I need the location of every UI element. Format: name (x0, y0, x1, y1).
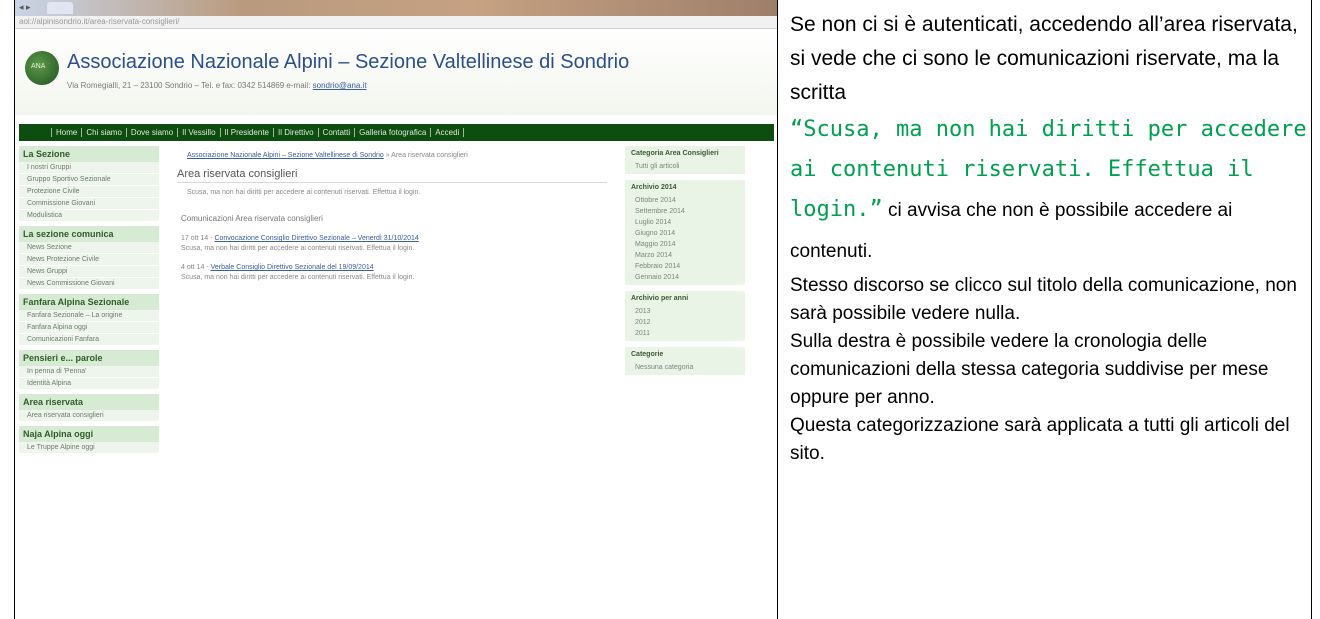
archive-link[interactable]: Marzo 2014 (625, 250, 745, 261)
archive-link[interactable]: Luglio 2014 (625, 217, 745, 228)
sidebar-block: La Sezione I nostri Gruppi Gruppo Sportivo… (19, 146, 159, 222)
entry-message: Scusa, ma non hai diritti per accedere a… (181, 245, 415, 252)
archive-link[interactable]: Maggio 2014 (625, 239, 745, 250)
archive-heading: Archivio per anni (631, 295, 689, 302)
communications-heading: Comunicazioni Area riservata consiglieri (181, 214, 323, 223)
sidebar-link[interactable]: News Commissione Giovani (19, 278, 159, 290)
sidebar-link[interactable]: Fanfara Alpina oggi (19, 322, 159, 334)
logo-text: ANA (31, 63, 46, 70)
table-border-right (1311, 0, 1312, 619)
sidebar-link[interactable]: Area riservata consiglieri (19, 410, 159, 422)
archive-heading: Archivio 2014 (631, 184, 677, 191)
access-denied-message: Scusa, ma non hai diritti per accedere a… (187, 189, 421, 196)
site-title: Associazione Nazionale Alpini – Sezione … (67, 51, 630, 73)
archive-link[interactable]: Febbraio 2014 (625, 261, 745, 272)
entry-date: 4 ott 14 - (181, 264, 211, 271)
archive-block: Archivio 2014 Ottobre 2014 Settembre 2014 L… (625, 180, 745, 285)
sidebar-heading: La sezione comunica (19, 226, 159, 242)
archive-link[interactable]: 2012 (625, 317, 745, 328)
sidebar-heading: La Sezione (19, 146, 159, 162)
archive-link[interactable]: Settembre 2014 (625, 206, 745, 217)
sidebar-link[interactable]: Modulistica (19, 210, 159, 222)
entry-row: 4 ott 14 - Verbale Consiglio Direttivo S… (181, 264, 615, 271)
archive-link[interactable]: Gennaio 2014 (625, 272, 745, 283)
address-bar[interactable]: aoi://alpinisondrio.it/area-riservata-co… (15, 16, 777, 29)
archive-block: Categorie Nessuna categoria (625, 347, 745, 375)
sidebar-heading: Fanfara Alpina Sezionale (19, 294, 159, 310)
open-quote: “ (790, 117, 804, 142)
sidebar-link[interactable]: News Protezione Civile (19, 254, 159, 266)
sidebar-link[interactable]: Le Truppe Alpine oggi (19, 442, 159, 454)
paragraph-3: Sulla destra è possibile vedere la crono… (790, 331, 1269, 408)
sidebar-link[interactable]: Commissione Giovani (19, 198, 159, 210)
browser-tab[interactable] (47, 2, 73, 14)
close-quote: ” (869, 197, 883, 222)
sidebar-block: La sezione comunica News Sezione News Prot… (19, 226, 159, 290)
site-header: ANA Associazione Nazionale Alpini – Sezi… (15, 29, 777, 115)
sidebar-block: Naja Alpina oggi Le Truppe Alpine oggi (19, 426, 159, 454)
ana-logo[interactable]: ANA (25, 51, 59, 85)
archive-link[interactable]: Giugno 2014 (625, 228, 745, 239)
sidebar-block: Area riservata Area riservata consiglieri (19, 394, 159, 422)
embedded-screenshot: ◂ ▸ aoi://alpinisondrio.it/area-riservat… (15, 0, 777, 619)
sidebar: La Sezione I nostri Gruppi Gruppo Sportivo… (19, 146, 159, 458)
archive-link[interactable]: Tutti gli articoli (625, 161, 745, 172)
nav-item[interactable]: Chi siamo (82, 128, 127, 137)
paragraph-intro: Se non ci si è autenticati, accedendo al… (790, 13, 1298, 104)
breadcrumb: Associazione Nazionale Alpini – Sezione … (187, 152, 615, 159)
entry-message: Scusa, ma non hai diritti per accedere a… (181, 274, 415, 281)
entry-link[interactable]: Verbale Consiglio Direttivo Sezionale de… (211, 264, 374, 271)
right-column: Categoria Area Consiglieri Tutti gli arti… (625, 146, 745, 381)
site-address-text: Via Romegialli, 21 – 23100 Sondrio – Tel… (67, 81, 313, 90)
breadcrumb-tail: » Area riservata consiglieri (383, 152, 468, 159)
nav-item[interactable]: Contatti (319, 128, 356, 137)
nav-item[interactable]: Home (51, 128, 83, 137)
browser-tab-strip: ◂ ▸ (15, 0, 777, 16)
sidebar-link[interactable]: Comunicazioni Fanfara (19, 334, 159, 346)
paragraph-4: Questa categorizzazione sarà applicata a… (790, 415, 1290, 464)
sidebar-link[interactable]: News Gruppi (19, 266, 159, 278)
description-panel: Se non ci si è autenticati, accedendo al… (790, 8, 1310, 468)
email-link[interactable]: sondrio@ana.it (313, 81, 367, 90)
archive-link[interactable]: 2011 (625, 328, 745, 339)
nav-item[interactable]: Il Vessillo (178, 128, 221, 137)
sidebar-link[interactable]: Fanfara Sezionale – La origine (19, 310, 159, 322)
nav-item[interactable]: Galleria fotografica (355, 128, 432, 137)
main-content: Associazione Nazionale Alpini – Sezione … (165, 152, 615, 281)
sidebar-link[interactable]: Protezione Civile (19, 186, 159, 198)
sidebar-link[interactable]: Identità Alpina (19, 378, 159, 390)
archive-link[interactable]: Nessuna categoria (625, 362, 745, 373)
archive-link[interactable]: Ottobre 2014 (625, 195, 745, 206)
sidebar-block: Pensieri e... parole In penna di 'Penna' I… (19, 350, 159, 390)
entry-link[interactable]: Convocazione Consiglio Direttivo Seziona… (214, 235, 418, 242)
entry-date: 17 ott 14 - (181, 235, 215, 242)
nav-item[interactable]: Il Presidente (221, 128, 274, 137)
nav-item[interactable]: Dove siamo (127, 128, 179, 137)
nav-item[interactable]: Il Direttivo (274, 128, 319, 137)
quoted-message: “Scusa, ma non hai diritti per accedere … (790, 110, 1310, 272)
nav-item[interactable]: Accedi (431, 128, 465, 137)
archive-heading: Categoria Area Consiglieri (631, 150, 719, 157)
sidebar-block: Fanfara Alpina Sezionale Fanfara Sezional… (19, 294, 159, 346)
archive-block: Categoria Area Consiglieri Tutti gli arti… (625, 146, 745, 174)
sidebar-link[interactable]: News Sezione (19, 242, 159, 254)
breadcrumb-home-link[interactable]: Associazione Nazionale Alpini – Sezione … (187, 152, 384, 159)
paragraph-2: Stesso discorso se clicco sul titolo del… (790, 275, 1297, 324)
page-title: Area riservata consiglieri (177, 168, 298, 180)
archive-link[interactable]: 2013 (625, 306, 745, 317)
archive-heading: Categorie (631, 351, 664, 358)
sidebar-link[interactable]: Gruppo Sportivo Sezionale (19, 174, 159, 186)
title-divider (177, 182, 607, 183)
sidebar-heading: Area riservata (19, 394, 159, 410)
sidebar-link[interactable]: In penna di 'Penna' (19, 366, 159, 378)
sidebar-link[interactable]: I nostri Gruppi (19, 162, 159, 174)
main-nav: Home Chi siamo Dove siamo Il Vessillo Il Pre… (19, 124, 774, 141)
sidebar-heading: Pensieri e... parole (19, 350, 159, 366)
table-border-middle (777, 0, 778, 619)
browser-nav-arrows[interactable]: ◂ ▸ (19, 2, 31, 13)
entry-row: 17 ott 14 - Convocazione Consiglio Diret… (181, 235, 615, 242)
site-address: Via Romegialli, 21 – 23100 Sondrio – Tel… (67, 81, 367, 90)
sidebar-heading: Naja Alpina oggi (19, 426, 159, 442)
archive-block: Archivio per anni 2013 2012 2011 (625, 291, 745, 341)
